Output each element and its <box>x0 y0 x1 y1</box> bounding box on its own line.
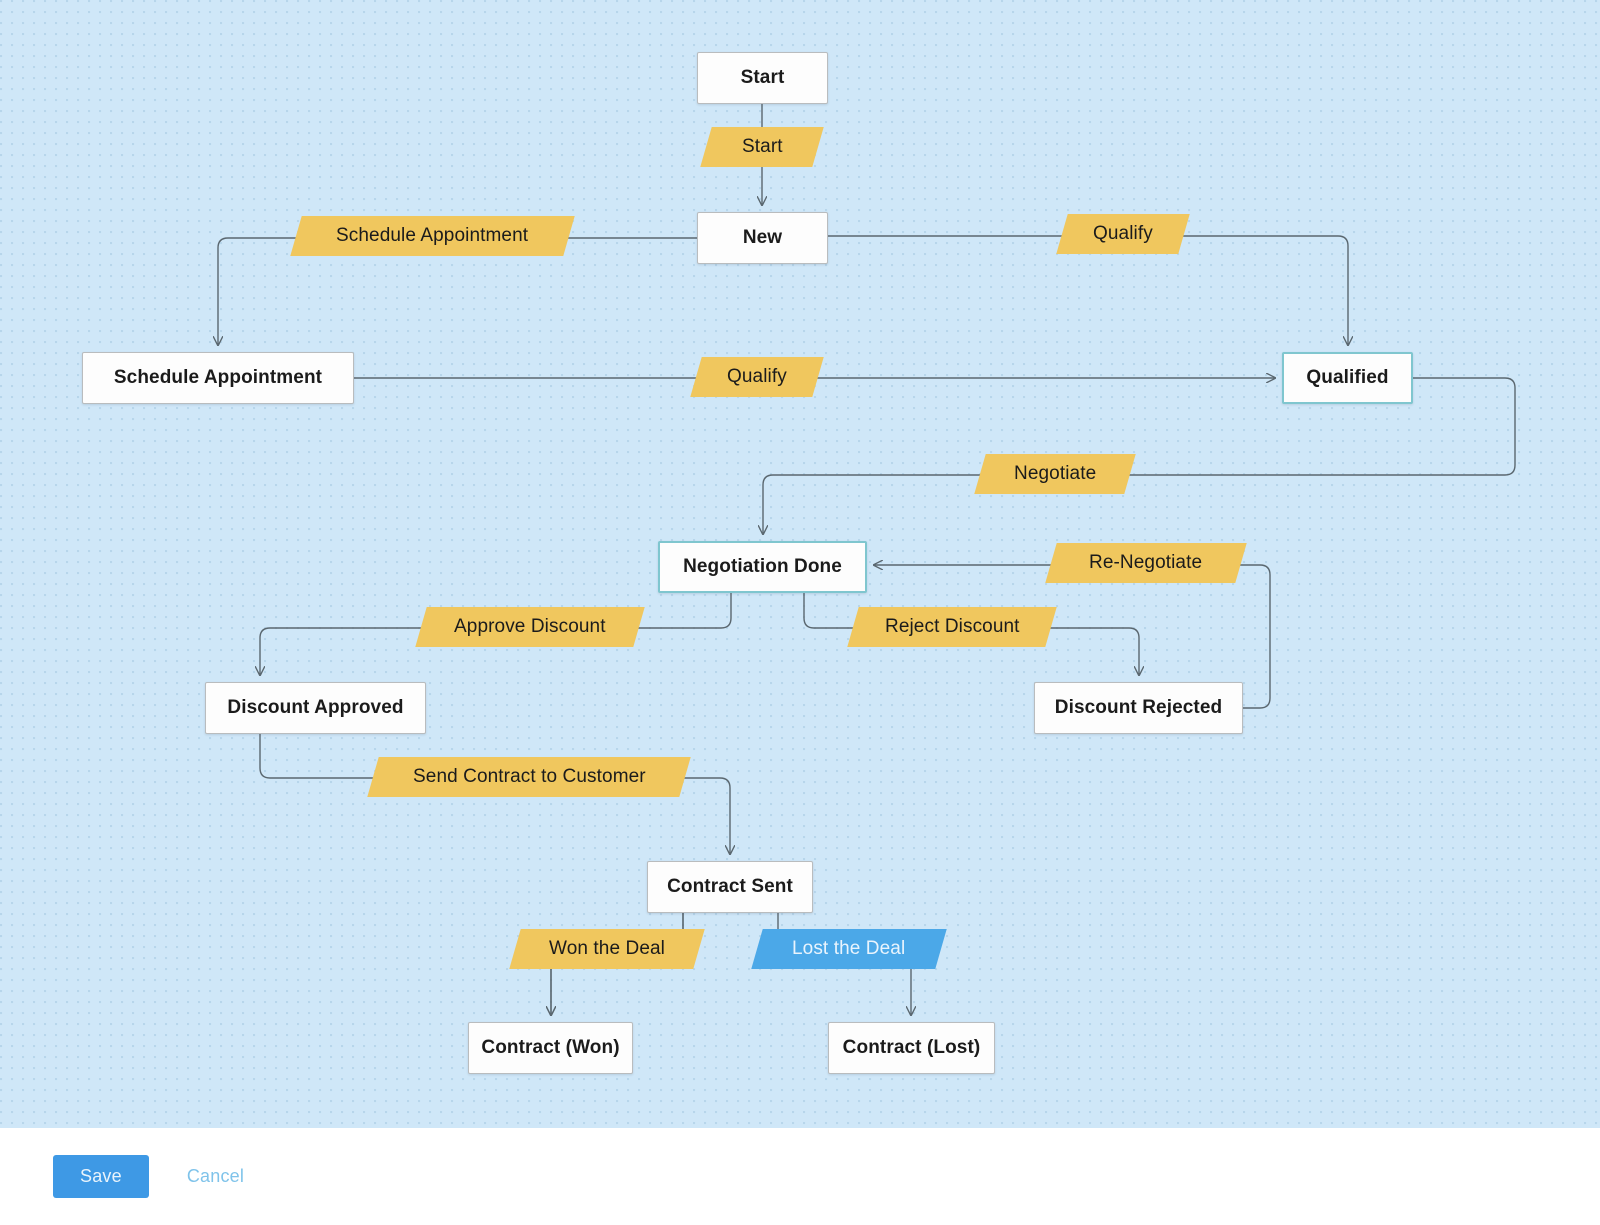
node-contract-won-label: Contract (Won) <box>481 1037 620 1058</box>
node-new-label: New <box>742 227 783 248</box>
node-discount-rejected[interactable]: Discount Rejected <box>1034 682 1243 734</box>
node-qualified-label: Qualified <box>1306 367 1389 388</box>
transition-reject-discount-label: Reject Discount <box>884 616 1020 637</box>
footer-toolbar: Save Cancel <box>0 1128 1600 1225</box>
node-contract-won[interactable]: Contract (Won) <box>468 1022 633 1074</box>
transition-schedule-appointment-label: Schedule Appointment <box>336 225 529 246</box>
transition-approve-discount[interactable]: Approve Discount <box>415 607 645 647</box>
node-contract-sent[interactable]: Contract Sent <box>647 861 813 913</box>
transition-qualify-from-appointment-label: Qualify <box>727 366 787 387</box>
node-schedule-appointment-label: Schedule Appointment <box>113 367 323 388</box>
node-contract-lost[interactable]: Contract (Lost) <box>828 1022 995 1074</box>
transition-lost-the-deal-label: Lost the Deal <box>792 938 906 959</box>
transition-won-the-deal[interactable]: Won the Deal <box>509 929 705 969</box>
transition-qualify-from-appointment[interactable]: Qualify <box>690 357 824 397</box>
node-start[interactable]: Start <box>697 52 828 104</box>
transition-qualify-from-new[interactable]: Qualify <box>1056 214 1190 254</box>
transition-negotiate-label: Negotiate <box>1013 463 1097 484</box>
node-contract-lost-label: Contract (Lost) <box>842 1037 981 1058</box>
transition-approve-discount-label: Approve Discount <box>454 616 606 637</box>
transition-re-negotiate[interactable]: Re-Negotiate <box>1045 543 1247 583</box>
workflow-editor: Start New Schedule Appointment Qualified… <box>0 0 1600 1225</box>
node-qualified[interactable]: Qualified <box>1282 352 1413 404</box>
transition-start-label: Start <box>741 136 783 157</box>
transition-qualify-from-new-label: Qualify <box>1093 223 1153 244</box>
transition-reject-discount[interactable]: Reject Discount <box>847 607 1057 647</box>
transition-re-negotiate-label: Re-Negotiate <box>1089 552 1203 573</box>
transition-start[interactable]: Start <box>700 127 824 167</box>
node-discount-rejected-label: Discount Rejected <box>1054 697 1223 718</box>
node-start-label: Start <box>740 67 785 88</box>
transition-schedule-appointment[interactable]: Schedule Appointment <box>290 216 575 256</box>
transition-lost-the-deal[interactable]: Lost the Deal <box>751 929 947 969</box>
transition-send-contract-to-customer[interactable]: Send Contract to Customer <box>367 757 691 797</box>
node-discount-approved[interactable]: Discount Approved <box>205 682 426 734</box>
transition-send-contract-to-customer-label: Send Contract to Customer <box>412 766 646 787</box>
cancel-link[interactable]: Cancel <box>187 1166 244 1187</box>
node-discount-approved-label: Discount Approved <box>227 697 404 718</box>
workflow-canvas[interactable]: Start New Schedule Appointment Qualified… <box>0 0 1600 1128</box>
node-new[interactable]: New <box>697 212 828 264</box>
save-button[interactable]: Save <box>53 1155 149 1198</box>
node-contract-sent-label: Contract Sent <box>667 876 793 897</box>
transition-negotiate[interactable]: Negotiate <box>974 454 1136 494</box>
node-schedule-appointment[interactable]: Schedule Appointment <box>82 352 354 404</box>
node-negotiation-done-label: Negotiation Done <box>683 556 842 577</box>
node-negotiation-done[interactable]: Negotiation Done <box>658 541 867 593</box>
transition-won-the-deal-label: Won the Deal <box>549 938 665 959</box>
